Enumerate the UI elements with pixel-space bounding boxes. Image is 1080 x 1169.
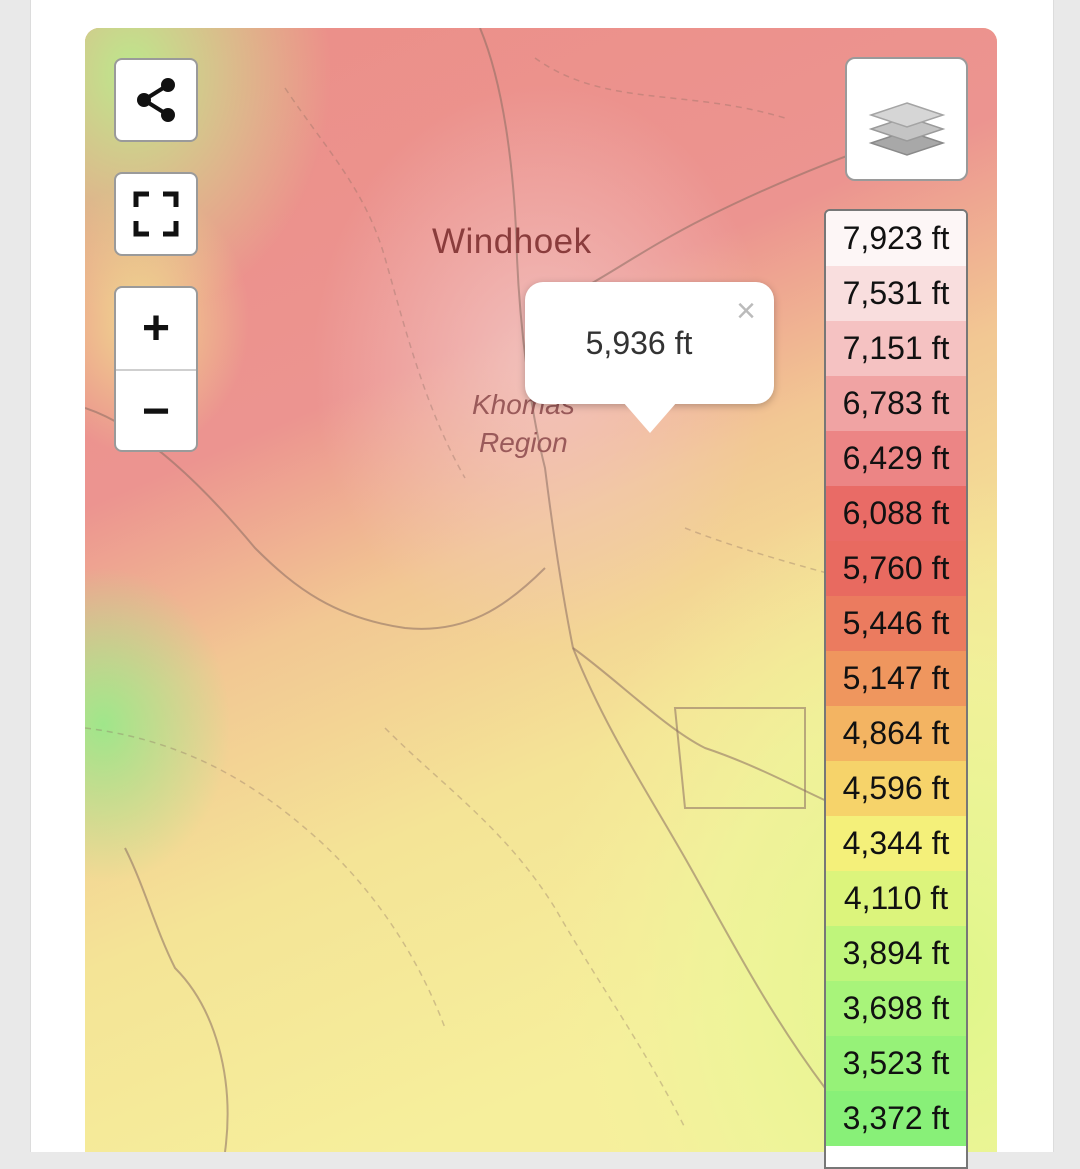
popup-tip: [623, 402, 677, 433]
legend-item: 3,372 ft: [826, 1091, 966, 1146]
legend-item: 7,923 ft: [826, 211, 966, 266]
city-label-windhoek: Windhoek: [432, 222, 592, 261]
fullscreen-button[interactable]: [114, 172, 198, 256]
zoom-in-button[interactable]: +: [116, 288, 196, 369]
fullscreen-icon: [133, 191, 179, 237]
legend-item: 6,783 ft: [826, 376, 966, 431]
zoom-control: + −: [114, 286, 198, 452]
layers-button[interactable]: [845, 57, 968, 181]
share-icon: [137, 78, 175, 122]
legend-item: 3,523 ft: [826, 1036, 966, 1091]
zoom-out-button[interactable]: −: [116, 369, 196, 450]
popup-close-button[interactable]: ×: [729, 294, 763, 328]
layers-icon: [868, 102, 945, 156]
legend-item: 5,147 ft: [826, 651, 966, 706]
popup-elevation-value: 5,936 ft: [585, 324, 693, 361]
legend-item: 6,429 ft: [826, 431, 966, 486]
region-label-line2: Region: [478, 427, 568, 458]
legend-item: 4,596 ft: [826, 761, 966, 816]
legend-item: 3,894 ft: [826, 926, 966, 981]
legend-item: 4,110 ft: [826, 871, 966, 926]
legend-item: 7,151 ft: [826, 321, 966, 376]
share-button[interactable]: [114, 58, 198, 142]
legend-item: 7,531 ft: [826, 266, 966, 321]
legend-item: 5,446 ft: [826, 596, 966, 651]
legend-item: 4,344 ft: [826, 816, 966, 871]
elevation-legend: 7,923 ft 7,531 ft 7,151 ft 6,783 ft 6,429 ft…: [824, 209, 968, 1169]
legend-item: 5,760 ft: [826, 541, 966, 596]
legend-item: 4,864 ft: [826, 706, 966, 761]
elevation-popup: 5,936 ft ×: [525, 282, 774, 433]
legend-item: 3,698 ft: [826, 981, 966, 1036]
legend-item: 6,088 ft: [826, 486, 966, 541]
